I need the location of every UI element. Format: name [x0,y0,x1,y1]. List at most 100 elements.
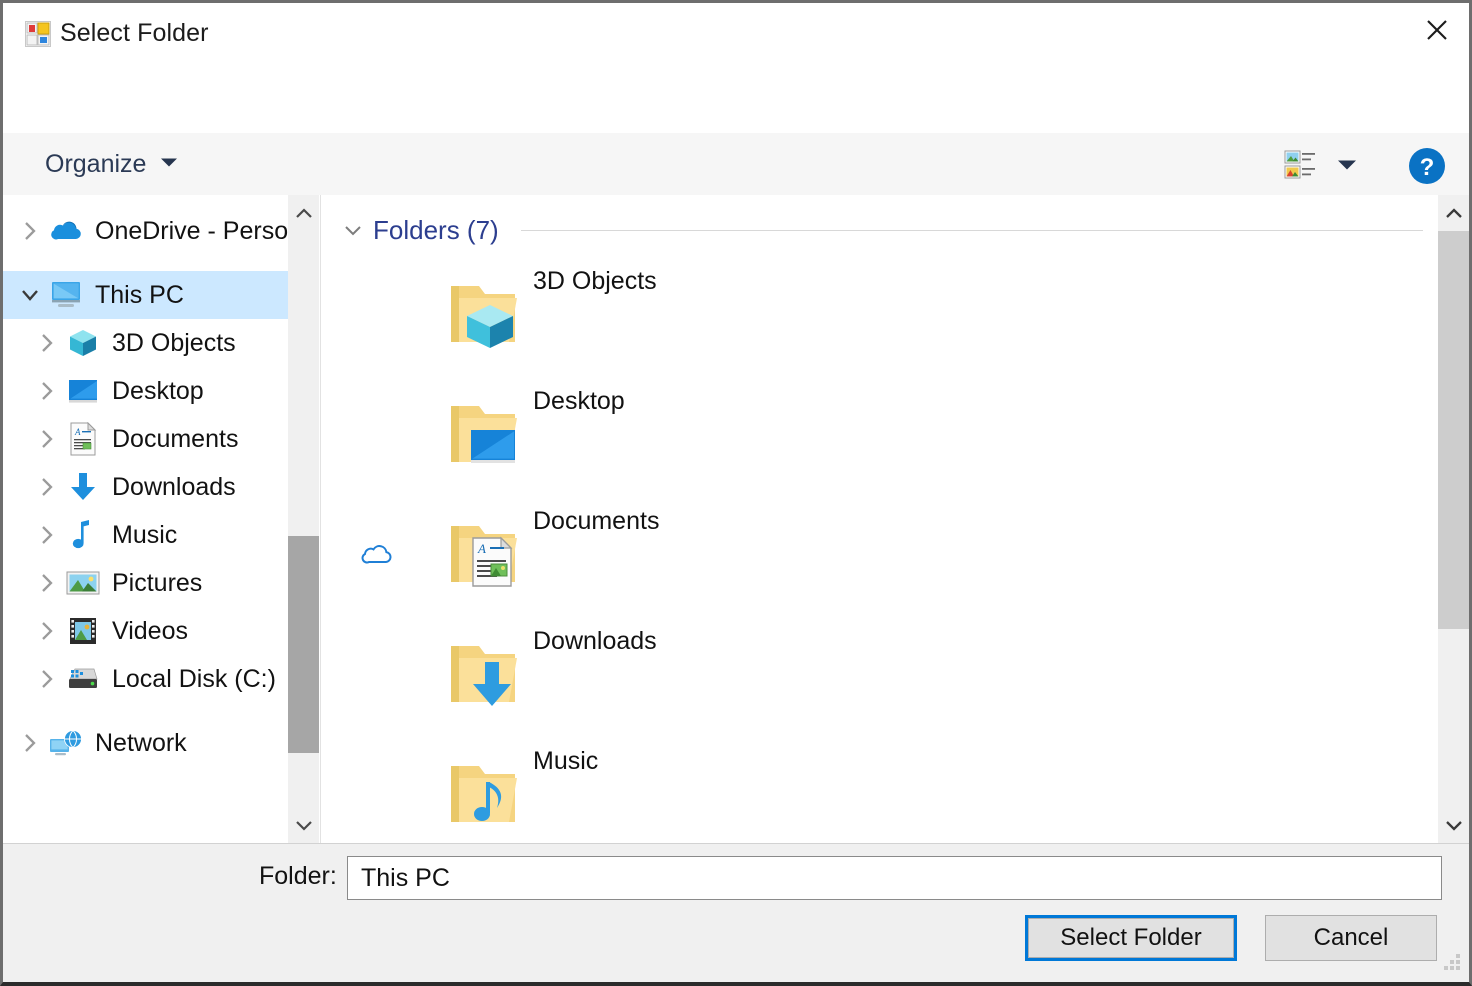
sidebar-item-music[interactable]: Music [3,511,288,559]
folder-3d-objects-icon [443,255,523,375]
sidebar-item-label: Documents [112,425,238,454]
folder-options-icon [25,21,51,47]
chevron-right-icon[interactable] [30,463,64,511]
select-folder-button-label: Select Folder [1028,918,1234,958]
list-item[interactable]: 3D Objects [321,255,1438,375]
group-divider [521,230,1423,231]
resize-grip-icon[interactable] [1441,951,1463,978]
navigation-pane-scrollbar[interactable] [288,195,319,843]
this-pc-icon [47,276,85,314]
scrollbar-thumb[interactable] [288,536,319,753]
local-disk-icon [64,660,102,698]
organize-button[interactable]: Organize [37,147,186,181]
chevron-down-icon [1337,159,1357,171]
help-button[interactable]: ? [1407,146,1447,186]
chevron-right-icon[interactable] [30,559,64,607]
folder-documents-icon: A [443,495,523,615]
organize-label: Organize [45,150,146,179]
list-item[interactable]: A Documents [321,495,1438,615]
close-icon [1424,17,1450,43]
music-icon [64,516,102,554]
chevron-right-icon[interactable] [30,415,64,463]
downloads-icon [64,468,102,506]
sidebar-item-desktop[interactable]: Desktop [3,367,288,415]
chevron-right-icon[interactable] [13,207,47,255]
file-list-pane: Folders (7) [321,195,1438,843]
chevron-down-icon [160,155,178,173]
select-folder-button[interactable]: Select Folder [1025,915,1237,961]
list-item-label: Music [533,747,598,776]
svg-text:A: A [477,541,486,556]
sidebar-item-this-pc[interactable]: This PC [3,271,288,319]
list-item[interactable]: Music [321,735,1438,843]
list-item[interactable]: Desktop [321,375,1438,495]
folder-desktop-icon [443,375,523,495]
navigation-pane: OneDrive - Personal This PC [3,195,288,843]
folders-group-header[interactable]: Folders (7) [343,213,1423,247]
sidebar-item-label: Videos [112,617,188,646]
sidebar-item-downloads[interactable]: Downloads [3,463,288,511]
group-title: Folders (7) [373,215,499,246]
scroll-down-button[interactable] [1438,807,1469,843]
scroll-up-button[interactable] [288,195,319,231]
folder-input-wrapper[interactable] [347,856,1442,900]
sidebar-item-3d-objects[interactable]: 3D Objects [3,319,288,367]
chevron-right-icon[interactable] [13,719,47,767]
sidebar-item-label: Local Disk (C:) [112,665,276,694]
sidebar-item-label: Downloads [112,473,236,502]
network-icon [47,724,85,762]
close-button[interactable] [1405,3,1469,57]
list-item[interactable]: Downloads [321,615,1438,735]
chevron-right-icon[interactable] [30,511,64,559]
sidebar-item-label: Pictures [112,569,202,598]
chevron-right-icon[interactable] [30,319,64,367]
list-item-label: 3D Objects [533,267,657,296]
list-item-label: Desktop [533,387,625,416]
sidebar-item-label: OneDrive - Personal [95,217,288,246]
scroll-up-button[interactable] [1438,195,1469,231]
list-item-label: Downloads [533,627,657,656]
svg-text:A: A [74,427,81,437]
scrollbar-thumb[interactable] [1438,231,1469,629]
desktop-icon [64,372,102,410]
folder-field-label: Folder: [259,862,337,891]
window-title: Select Folder [60,19,209,48]
help-icon: ? [1407,146,1447,186]
pictures-icon [64,564,102,602]
svg-text:?: ? [1420,154,1435,181]
3d-objects-icon [64,324,102,362]
list-item-label: Documents [533,507,659,536]
chevron-right-icon[interactable] [30,607,64,655]
sidebar-item-documents[interactable]: A Documents [3,415,288,463]
sidebar-item-label: Music [112,521,177,550]
change-view-icon [1284,149,1318,181]
chevron-right-icon[interactable] [30,655,64,703]
cloud-online-only-icon [357,495,397,615]
sidebar-item-local-disk[interactable]: Local Disk (C:) [3,655,288,703]
documents-icon: A [64,420,102,458]
dialog-footer: Folder: Select Folder Cancel [3,843,1469,983]
view-options-button[interactable] [1329,147,1365,183]
sidebar-item-videos[interactable]: Videos [3,607,288,655]
onedrive-icon [47,212,85,250]
sidebar-item-label: Network [95,729,187,758]
select-folder-dialog: Select Folder [0,0,1472,986]
folder-input[interactable] [348,857,1441,899]
folder-downloads-icon [443,615,523,735]
chevron-down-icon[interactable] [13,271,47,319]
sidebar-item-onedrive[interactable]: OneDrive - Personal [3,207,288,255]
sidebar-item-network[interactable]: Network [3,719,288,767]
scroll-down-button[interactable] [288,807,319,843]
chevron-down-icon[interactable] [343,224,369,237]
chevron-right-icon[interactable] [30,367,64,415]
sidebar-item-pictures[interactable]: Pictures [3,559,288,607]
folder-list: 3D Objects Desktop [321,255,1438,843]
change-view-button[interactable] [1281,147,1321,183]
file-list-scrollbar[interactable] [1438,195,1469,843]
folder-music-icon [443,735,523,843]
cancel-button[interactable]: Cancel [1265,915,1437,961]
navigation-bar: › This PC › [3,65,1469,133]
sidebar-item-label: 3D Objects [112,329,236,358]
sidebar-item-label: This PC [95,281,184,310]
sidebar-item-label: Desktop [112,377,204,406]
